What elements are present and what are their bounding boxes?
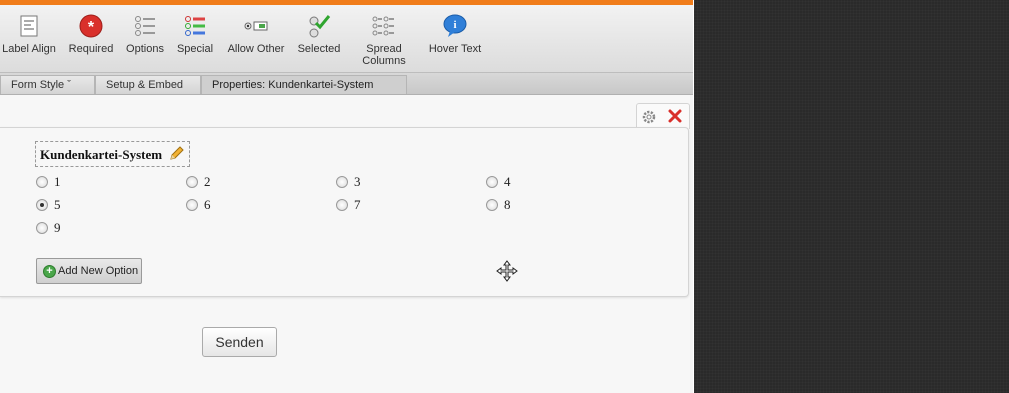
option-label: 3: [354, 174, 361, 189]
spread-columns-label: Spread Columns: [362, 43, 406, 67]
selected-icon: [306, 13, 332, 39]
svg-text:i: i: [453, 19, 456, 31]
add-new-option-button[interactable]: + Add New Option: [36, 258, 142, 284]
form-canvas: Kundenkartei-System 1 2 3 4 5 6 7 8 9 + …: [0, 95, 690, 393]
required-label: Required: [68, 43, 114, 55]
dark-background: [693, 0, 1009, 393]
options-icon: [132, 13, 158, 39]
hover-text-button[interactable]: i Hover Text: [424, 13, 486, 55]
selected-button[interactable]: Selected: [296, 13, 342, 55]
option-label: 5: [54, 197, 61, 212]
option-label: 4: [504, 174, 511, 189]
properties-toolbar: Label Align * Required Options Special A…: [0, 5, 693, 73]
form-builder: Label Align * Required Options Special A…: [0, 0, 693, 393]
spread-columns-button[interactable]: Spread Columns: [356, 13, 412, 67]
delete-icon[interactable]: [667, 108, 683, 124]
option-label: 7: [354, 197, 361, 212]
question-text: Kundenkartei-System: [40, 147, 163, 162]
required-button[interactable]: * Required: [66, 13, 116, 55]
question-label[interactable]: Kundenkartei-System: [35, 141, 191, 167]
option-label: 2: [204, 174, 211, 189]
special-button[interactable]: Special: [174, 13, 216, 55]
radio-button[interactable]: [186, 199, 198, 211]
tab-setup-embed[interactable]: Setup & Embed: [95, 75, 201, 94]
add-icon: +: [43, 265, 56, 278]
option-label: 9: [54, 220, 61, 235]
selected-label: Selected: [297, 43, 341, 55]
add-new-option-label: Add New Option: [58, 265, 139, 277]
option-label: 8: [504, 197, 511, 212]
svg-text:*: *: [88, 19, 95, 36]
pencil-icon[interactable]: [169, 145, 185, 161]
radio-button[interactable]: [36, 222, 48, 234]
hover-text-icon: i: [442, 13, 468, 39]
gear-icon[interactable]: [641, 109, 657, 125]
hover-text-label: Hover Text: [428, 43, 482, 55]
radio-button[interactable]: [486, 176, 498, 188]
allow-other-label: Allow Other: [227, 43, 285, 55]
special-icon: [182, 13, 208, 39]
radio-button[interactable]: [186, 176, 198, 188]
tab-bar: Form Style ˇ Setup & Embed Properties: K…: [0, 73, 693, 95]
submit-button[interactable]: Senden: [202, 327, 277, 357]
special-label: Special: [176, 43, 214, 55]
spread-columns-icon: [371, 13, 397, 39]
tab-form-style[interactable]: Form Style ˇ: [0, 75, 95, 94]
move-cursor-icon: [496, 260, 518, 282]
allow-other-icon: [243, 13, 269, 39]
field-tools: [636, 103, 690, 129]
radio-button[interactable]: [336, 199, 348, 211]
tab-properties[interactable]: Properties: Kundenkartei-System: [201, 75, 407, 94]
required-icon: *: [78, 13, 104, 39]
option-label: 6: [204, 197, 211, 212]
radio-field[interactable]: Kundenkartei-System 1 2 3 4 5 6 7 8 9 + …: [0, 127, 689, 297]
label-align-button[interactable]: Label Align: [2, 13, 56, 55]
label-align-icon: [16, 13, 42, 39]
options-label: Options: [126, 43, 164, 55]
allow-other-button[interactable]: Allow Other: [224, 13, 288, 55]
radio-button[interactable]: [336, 176, 348, 188]
radio-button[interactable]: [36, 176, 48, 188]
label-align-label: Label Align: [2, 43, 56, 55]
options-button[interactable]: Options: [124, 13, 166, 55]
option-label: 1: [54, 174, 61, 189]
radio-button[interactable]: [486, 199, 498, 211]
radio-button-selected[interactable]: [36, 199, 48, 211]
